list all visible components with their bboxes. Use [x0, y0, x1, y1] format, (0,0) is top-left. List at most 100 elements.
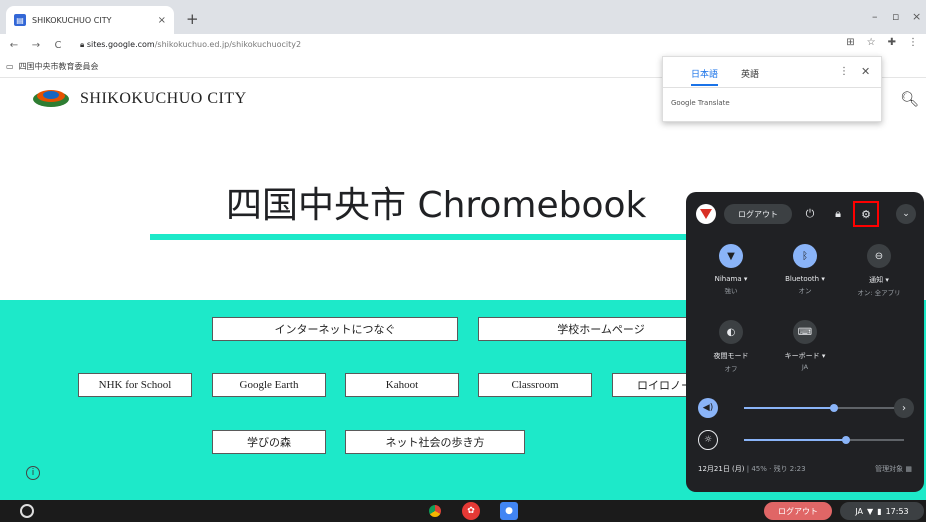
- shelf: ✿ ● ログアウト JA ▼ ▮ 17:53: [0, 500, 926, 522]
- brightness-thumb[interactable]: [842, 436, 851, 444]
- wifi-icon: ▼: [719, 244, 743, 268]
- site-favicon-icon: ▤: [14, 14, 26, 26]
- chrome-icon[interactable]: [426, 502, 444, 520]
- volume-track[interactable]: [744, 404, 904, 412]
- toolbar: ← → C 🔒︎ sites.google.com/shikokuchuo.ed…: [0, 34, 926, 56]
- avatar[interactable]: [696, 204, 716, 224]
- translate-icon[interactable]: ⊞: [846, 37, 854, 48]
- ime-label: JA: [855, 506, 864, 516]
- translate-popup: 日本語 英語 ⋮ ✕ Google Translate: [662, 56, 882, 122]
- google-earth-link-button[interactable]: Google Earth: [212, 373, 326, 397]
- network-toggle[interactable]: ▼ Nihama ▾ 強い: [696, 244, 766, 295]
- page-title: 四国中央市 Chromebook: [226, 185, 647, 226]
- city-logo-icon: [33, 90, 69, 107]
- tab-title: SHIKOKUCHUO CITY: [32, 15, 112, 25]
- url-path: /shikokuchuo.ed.jp/shikokuchuocity2: [154, 40, 302, 49]
- tab-english[interactable]: 英語: [741, 67, 759, 80]
- managed-label[interactable]: 管理対象 ▦: [875, 464, 912, 474]
- bookmark-item[interactable]: 四国中央市教育委員会: [19, 61, 99, 72]
- wifi-icon: ▼: [867, 506, 874, 516]
- tab-strip: ▤ SHIKOKUCHUO CITY × + – ▫ ×: [0, 0, 926, 34]
- settings-gear-icon[interactable]: ⚙: [853, 201, 879, 227]
- browser-tab[interactable]: ▤ SHIKOKUCHUO CITY ×: [6, 6, 174, 34]
- battery-label: 45% · 残り 2:23: [751, 465, 806, 473]
- collapse-chevron-icon[interactable]: ⌄: [896, 204, 916, 224]
- bookmark-star-icon[interactable]: ☆: [867, 37, 876, 48]
- status-tray[interactable]: JA ▼ ▮ 17:53: [840, 502, 924, 520]
- feature-status: オフ: [724, 365, 738, 373]
- divider: [663, 87, 881, 88]
- site-name[interactable]: SHIKOKUCHUO CITY: [80, 90, 247, 108]
- app-icon[interactable]: ✿: [462, 502, 480, 520]
- brightness-fill: [744, 439, 847, 441]
- volume-fill: [744, 407, 834, 409]
- night-light-toggle[interactable]: ◐ 夜間モード オフ: [696, 320, 766, 373]
- translate-options-icon[interactable]: ⋮: [839, 66, 849, 77]
- reload-icon[interactable]: C: [50, 40, 66, 51]
- lock-icon: 🔒︎: [80, 40, 87, 49]
- tab-close-icon[interactable]: ×: [158, 15, 166, 26]
- new-tab-button[interactable]: +: [186, 10, 199, 28]
- feature-label: Nihama ▾: [714, 275, 748, 283]
- audio-settings-chevron-icon[interactable]: ›: [894, 398, 914, 418]
- shelf-signout-button[interactable]: ログアウト: [764, 502, 832, 520]
- lock-screen-icon[interactable]: 🔒︎: [828, 204, 848, 224]
- volume-slider[interactable]: ◀): [696, 398, 916, 418]
- back-icon[interactable]: ←: [6, 40, 22, 51]
- url-host: sites.google.com: [86, 40, 155, 49]
- nhk-link-button[interactable]: NHK for School: [78, 373, 192, 397]
- quick-settings-panel: ログアウト ⏻ 🔒︎ ⚙ ⌄ ▼ Nihama ▾ 強い ᛒ Bluetooth…: [686, 192, 924, 492]
- feature-status: 強い: [724, 287, 738, 295]
- window-close-icon[interactable]: ×: [912, 10, 921, 23]
- minimize-icon[interactable]: –: [872, 10, 878, 23]
- notifications-icon: ⊖: [867, 244, 891, 268]
- night-light-icon: ◐: [719, 320, 743, 344]
- enterprise-icon: ▦: [905, 465, 912, 473]
- launcher-icon[interactable]: [20, 504, 34, 518]
- power-icon[interactable]: ⏻: [800, 204, 820, 224]
- menu-kebab-icon[interactable]: ⋮: [908, 37, 918, 48]
- keyboard-icon: ⌨: [793, 320, 817, 344]
- bluetooth-toggle[interactable]: ᛒ Bluetooth ▾ オン: [770, 244, 840, 295]
- classroom-link-button[interactable]: Classroom: [478, 373, 592, 397]
- brightness-slider[interactable]: ☼: [696, 430, 916, 450]
- feature-status: オン: [798, 287, 812, 295]
- translate-brand: Google Translate: [671, 99, 730, 107]
- net-society-link-button[interactable]: ネット社会の歩き方: [345, 430, 525, 454]
- manabi-link-button[interactable]: 学びの森: [212, 430, 326, 454]
- clock: 17:53: [885, 506, 909, 516]
- forward-icon[interactable]: →: [28, 40, 44, 51]
- tab-japanese[interactable]: 日本語: [691, 67, 719, 86]
- feature-status: JA: [801, 363, 809, 371]
- search-icon[interactable]: 🔍︎: [900, 90, 919, 108]
- feature-label: 夜間モード: [713, 352, 749, 360]
- folder-icon: ▭: [6, 62, 14, 71]
- battery-icon: ▮: [877, 506, 882, 516]
- keyboard-toggle[interactable]: ⌨ キーボード ▾ JA: [770, 320, 840, 371]
- toolbar-actions: ⊞ ☆ ✚ ⋮: [846, 37, 918, 48]
- screen: ▤ SHIKOKUCHUO CITY × + – ▫ × ← → C 🔒︎ si…: [0, 0, 926, 522]
- close-icon[interactable]: ✕: [861, 65, 870, 78]
- info-icon[interactable]: i: [26, 466, 40, 480]
- status-footer: 12月21日 (月) | 45% · 残り 2:23: [698, 465, 806, 473]
- notifications-toggle[interactable]: ⊖ 通知 ▾ オン: 全アプリ: [844, 244, 914, 297]
- maximize-icon[interactable]: ▫: [892, 10, 899, 23]
- title-underline: [150, 234, 710, 240]
- feature-label: Bluetooth ▾: [785, 275, 825, 283]
- camera-icon[interactable]: ●: [500, 502, 518, 520]
- kahoot-link-button[interactable]: Kahoot: [345, 373, 459, 397]
- brightness-icon: ☼: [698, 430, 718, 450]
- bluetooth-icon: ᛒ: [793, 244, 817, 268]
- feature-status: オン: 全アプリ: [857, 289, 901, 297]
- volume-thumb[interactable]: [829, 404, 838, 412]
- feature-label: 通知 ▾: [869, 276, 889, 284]
- managed-text: 管理対象: [875, 465, 904, 473]
- date-label[interactable]: 12月21日 (月): [698, 465, 745, 473]
- feature-label: キーボード ▾: [784, 352, 826, 360]
- address-bar[interactable]: 🔒︎ sites.google.com/shikokuchuo.ed.jp/sh…: [80, 40, 301, 50]
- internet-link-button[interactable]: インターネットにつなぐ: [212, 317, 458, 341]
- signout-button[interactable]: ログアウト: [724, 204, 792, 224]
- brightness-track[interactable]: [744, 436, 904, 444]
- extensions-icon[interactable]: ✚: [888, 37, 896, 48]
- volume-icon[interactable]: ◀): [698, 398, 718, 418]
